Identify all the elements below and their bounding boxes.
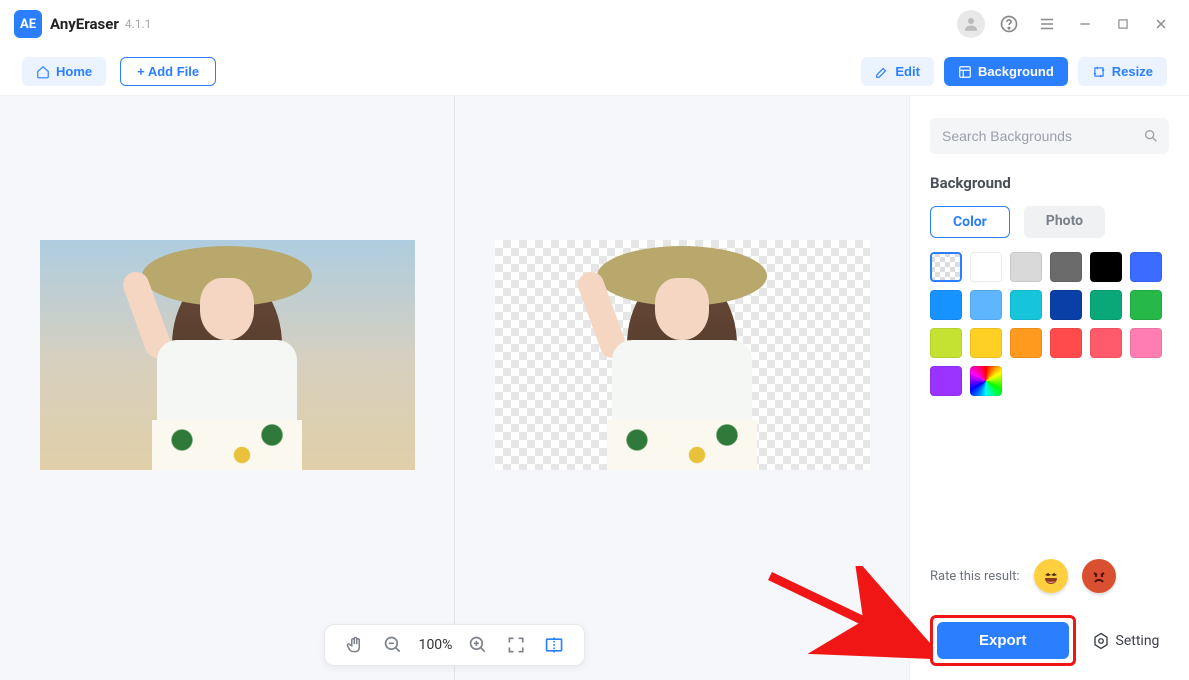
swatch-cyan[interactable] [1010, 290, 1042, 320]
background-icon [958, 65, 972, 79]
close-icon [1153, 16, 1169, 32]
swatch-purple[interactable] [930, 366, 962, 396]
laugh-emoji-icon [1039, 564, 1063, 588]
add-file-label: + Add File [137, 64, 199, 79]
swatch-rainbow[interactable] [970, 366, 1002, 396]
help-button[interactable] [995, 10, 1023, 38]
background-tabs: Color Photo [930, 206, 1169, 238]
hand-icon [345, 635, 365, 655]
original-panel [0, 96, 454, 680]
main-area: 100% Background Color Photo [0, 96, 1189, 680]
main-toolbar: Home + Add File Edit Background Resize [0, 48, 1189, 96]
split-compare-icon [544, 635, 564, 655]
app-version: 4.1.1 [125, 17, 152, 31]
hamburger-icon [1038, 15, 1056, 33]
search-icon [1143, 128, 1159, 144]
home-icon [36, 65, 50, 79]
swatch-yellow[interactable] [970, 328, 1002, 358]
swatch-green[interactable] [1130, 290, 1162, 320]
search-input[interactable] [930, 118, 1169, 154]
swatch-blue[interactable] [1130, 252, 1162, 282]
minimize-icon [1077, 16, 1093, 32]
app-name: AnyEraser [50, 15, 119, 33]
sidebar: Background Color Photo Rate this result:… [909, 96, 1189, 680]
fit-screen-button[interactable] [504, 633, 528, 657]
swatch-lime[interactable] [930, 328, 962, 358]
pan-tool-button[interactable] [343, 633, 367, 657]
zoom-out-button[interactable] [381, 633, 405, 657]
minimize-button[interactable] [1071, 10, 1099, 38]
resize-button[interactable]: Resize [1078, 57, 1167, 86]
add-file-button[interactable]: + Add File [120, 57, 216, 86]
account-avatar[interactable] [957, 10, 985, 38]
edit-label: Edit [895, 64, 920, 79]
rate-negative-button[interactable] [1082, 559, 1116, 593]
resize-label: Resize [1112, 64, 1153, 79]
rate-row: Rate this result: [930, 559, 1169, 593]
edit-icon [875, 65, 889, 79]
zoom-out-icon [383, 635, 403, 655]
maximize-icon [1116, 17, 1130, 31]
tab-photo[interactable]: Photo [1024, 206, 1105, 238]
fullscreen-icon [506, 635, 526, 655]
swatch-light-gray[interactable] [1010, 252, 1042, 282]
search-backgrounds [930, 118, 1169, 154]
swatch-pink[interactable] [1130, 328, 1162, 358]
zoom-in-button[interactable] [466, 633, 490, 657]
edit-button[interactable]: Edit [861, 57, 934, 86]
swatch-navy[interactable] [1050, 290, 1082, 320]
gear-icon [1092, 632, 1110, 650]
app-logo: AE [14, 10, 42, 38]
zoom-toolbar: 100% [324, 624, 586, 666]
rate-positive-button[interactable] [1034, 559, 1068, 593]
zoom-level: 100% [419, 637, 453, 653]
help-icon [999, 14, 1019, 34]
compare-button[interactable] [542, 633, 566, 657]
titlebar: AE AnyEraser 4.1.1 [0, 0, 1189, 48]
rate-label: Rate this result: [930, 569, 1020, 584]
tab-color[interactable]: Color [930, 206, 1010, 238]
home-label: Home [56, 64, 92, 79]
maximize-button[interactable] [1109, 10, 1137, 38]
swatch-teal[interactable] [1090, 290, 1122, 320]
color-swatches [930, 252, 1169, 396]
swatch-orange[interactable] [1010, 328, 1042, 358]
canvas-area: 100% [0, 96, 909, 680]
export-row: Export Setting [930, 615, 1169, 666]
menu-button[interactable] [1033, 10, 1061, 38]
user-icon [962, 15, 980, 33]
resize-icon [1092, 65, 1106, 79]
swatch-black[interactable] [1090, 252, 1122, 282]
background-button[interactable]: Background [944, 57, 1068, 86]
original-image[interactable] [40, 240, 415, 470]
swatch-white[interactable] [970, 252, 1002, 282]
setting-button[interactable]: Setting [1092, 632, 1160, 650]
setting-label: Setting [1116, 633, 1160, 649]
swatch-coral[interactable] [1090, 328, 1122, 358]
close-button[interactable] [1147, 10, 1175, 38]
result-image[interactable] [495, 240, 870, 470]
export-button[interactable]: Export [937, 622, 1069, 659]
swatch-transparent[interactable] [930, 252, 962, 282]
angry-emoji-icon [1087, 564, 1111, 588]
zoom-in-icon [468, 635, 488, 655]
background-section-title: Background [930, 174, 1169, 192]
swatch-light-blue[interactable] [970, 290, 1002, 320]
home-button[interactable]: Home [22, 57, 106, 86]
swatch-sky-blue[interactable] [930, 290, 962, 320]
result-panel [455, 96, 909, 680]
background-label: Background [978, 64, 1054, 79]
swatch-red[interactable] [1050, 328, 1082, 358]
export-highlight: Export [930, 615, 1076, 666]
swatch-dark-gray[interactable] [1050, 252, 1082, 282]
